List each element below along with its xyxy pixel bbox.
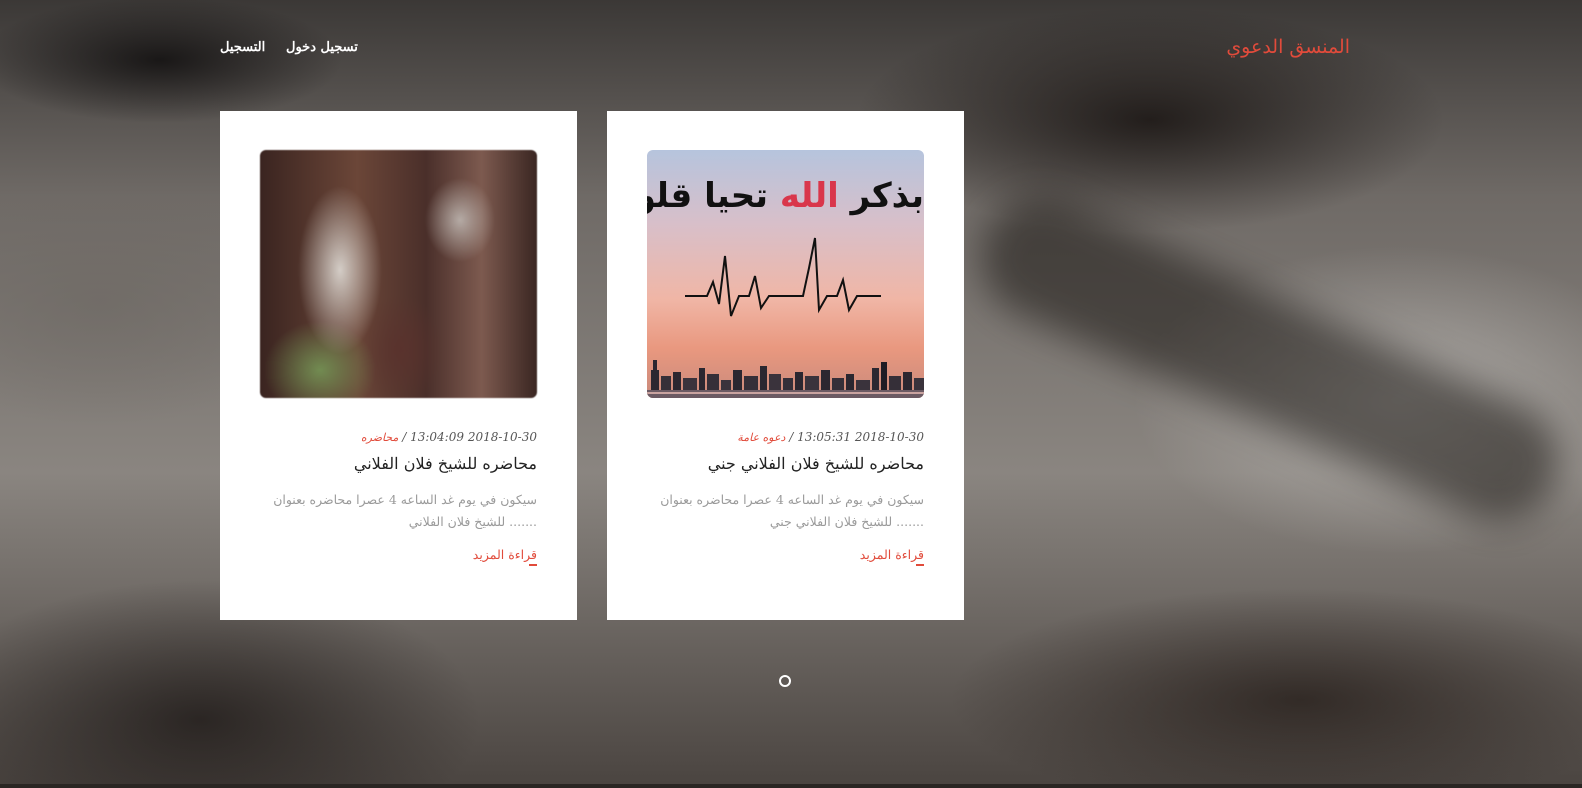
city-skyline-icon bbox=[647, 360, 924, 398]
post-card: 2018-10-30 13:04:09 / محاضره محاضره للشي… bbox=[220, 111, 577, 620]
read-more-link[interactable]: قراءة المزيد bbox=[473, 547, 538, 566]
login-link[interactable]: تسجيل دخول bbox=[286, 40, 358, 55]
post-category-link[interactable]: دعوه عامة bbox=[737, 431, 785, 444]
read-more-link[interactable]: قراءة المزيد bbox=[860, 547, 925, 566]
page-bottom-edge bbox=[0, 784, 1582, 788]
pagination-dot[interactable] bbox=[779, 675, 791, 687]
post-excerpt: سيكون في يوم غد الساعه 4 عصرا محاضره بعن… bbox=[660, 492, 924, 529]
post-date: 2018-10-30 13:05:31 bbox=[797, 430, 924, 444]
post-excerpt: سيكون في يوم غد الساعه 4 عصرا محاضره بعن… bbox=[273, 492, 537, 529]
background-blur-shape bbox=[962, 179, 1578, 541]
post-title[interactable]: محاضره للشيخ فلان الفلاني جني bbox=[647, 454, 924, 473]
post-title[interactable]: محاضره للشيخ فلان الفلاني bbox=[260, 454, 537, 473]
post-card: بذكر الله تحيا قلوبنا bbox=[607, 111, 964, 620]
post-category-link[interactable]: محاضره bbox=[361, 431, 399, 444]
post-meta: 2018-10-30 13:04:09 / محاضره bbox=[360, 430, 537, 444]
post-image[interactable] bbox=[260, 150, 537, 398]
register-link[interactable]: التسجيل bbox=[220, 40, 265, 55]
post-image[interactable]: بذكر الله تحيا قلوبنا bbox=[647, 150, 924, 398]
site-brand[interactable]: المنسق الدعوي bbox=[1226, 36, 1350, 58]
post-meta: 2018-10-30 13:05:31 / دعوه عامة bbox=[737, 430, 924, 444]
post-date: 2018-10-30 13:04:09 bbox=[410, 430, 537, 444]
